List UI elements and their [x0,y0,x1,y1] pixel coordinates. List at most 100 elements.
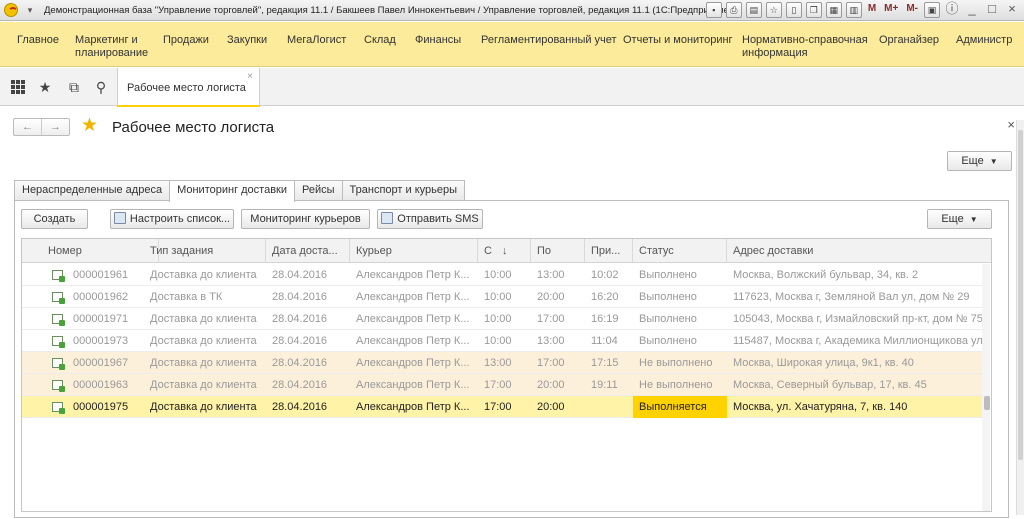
menu-item-regulated-accounting[interactable]: Регламентированный учет [481,34,617,47]
task-document-icon [52,358,65,370]
cell-arrival: 11:04 [591,335,618,347]
cell-task-type: Доставка до клиента [150,269,257,281]
minimize-button[interactable]: _ [964,2,980,18]
navigation-buttons: ← → [13,118,70,136]
column-courier[interactable]: Курьер [350,239,478,263]
table-row[interactable]: 000001963 Доставка до клиента 28.04.2016 Ал… [22,374,982,396]
column-to[interactable]: По [531,239,585,263]
table-row[interactable]: 000001973 Доставка до клиента 28.04.2016 Ал… [22,330,982,352]
cell-address: 105043, Москва г, Измайловский пр-кт, до… [733,313,982,325]
form-close-button[interactable]: × [1007,117,1015,132]
menu-item-main[interactable]: Главное [17,34,59,47]
maximize-button[interactable]: □ [984,2,1000,18]
menu-item-sales[interactable]: Продажи [163,34,209,47]
cell-status: Выполняется [633,396,727,418]
memory-button[interactable]: M [866,2,878,18]
table-row[interactable]: 000001961 Доставка до клиента 28.04.2016 Ал… [22,264,982,286]
list-more-label: Еще [941,213,964,225]
sms-icon [381,212,394,224]
task-document-icon [52,402,65,414]
table-scrollbar[interactable] [982,264,990,511]
cell-courier: Александров Петр К... [356,335,470,347]
form-scrollbar-thumb[interactable] [1018,130,1023,460]
cell-address: Москва, Широкая улица, 9к1, кв. 40 [733,357,914,369]
close-icon[interactable]: × [247,71,253,82]
cell-courier: Александров Петр К... [356,291,470,303]
cell-task-type: Доставка до клиента [150,335,257,347]
cell-arrival: 16:20 [591,291,619,303]
table-row[interactable]: 000001971 Доставка до клиента 28.04.2016 Ал… [22,308,982,330]
menu-item-administration[interactable]: Администр [956,34,1012,47]
column-address[interactable]: Адрес доставки [727,239,991,263]
all-functions-icon[interactable] [11,80,25,94]
calendar-icon[interactable]: ▥ [845,2,862,18]
favorites-icon[interactable]: ☆ [765,2,782,18]
cell-task-type: Доставка до клиента [150,357,257,369]
column-task-type[interactable]: Тип задания [144,239,266,263]
menu-item-finance[interactable]: Финансы [415,34,461,47]
column-status[interactable]: Статус [633,239,727,263]
menu-item-reports[interactable]: Отчеты и мониторинг [623,34,733,47]
search-icon[interactable]: ⚲ [92,78,110,96]
delivery-table[interactable]: Номер Тип задания Дата доста... Курьер С… [21,238,992,512]
history-icon[interactable]: ⧉ [65,78,83,96]
menu-item-organizer[interactable]: Органайзер [879,34,939,47]
cell-status: Выполнено [639,313,697,325]
column-arrival[interactable]: При... [585,239,633,263]
form-more-button[interactable]: Еще ▼ [947,151,1012,171]
cell-number: 000001975 [73,401,129,413]
column-from[interactable]: С ↓ [478,239,531,263]
cell-to: 20:00 [537,401,565,413]
window-titlebar: ▾ Демонстрационная база "Управление торг… [0,0,1024,21]
print-icon[interactable]: ⎙ [725,2,742,18]
preview-icon[interactable]: ▤ [745,2,762,18]
table-row[interactable]: 000001962 Доставка в ТК 28.04.2016 Александ… [22,286,982,308]
menu-item-marketing[interactable]: Маркетинг и планирование [75,34,148,60]
task-document-icon [52,292,65,304]
task-document-icon [52,336,65,348]
column-delivery-date[interactable]: Дата доста... [266,239,350,263]
table-row[interactable]: 000001975 Доставка до клиента 28.04.2016 Ал… [22,396,982,418]
menu-item-purchases[interactable]: Закупки [227,34,267,47]
column-number[interactable]: Номер [42,239,159,263]
tab-unallocated-addresses[interactable]: Нераспределенные адреса [14,180,171,201]
form-scrollbar[interactable] [1016,120,1024,515]
table-scrollbar-thumb[interactable] [984,396,990,410]
copy-icon[interactable]: ❐ [805,2,822,18]
cell-arrival: 17:15 [591,357,619,369]
memory-plus-button[interactable]: M+ [882,2,900,18]
setup-list-button[interactable]: Настроить список... [110,209,234,229]
cell-courier: Александров Петр К... [356,313,470,325]
create-button[interactable]: Создать [21,209,88,229]
info-icon[interactable]: ⓘ [944,2,960,18]
table-row[interactable]: 000001967 Доставка до клиента 28.04.2016 Ал… [22,352,982,374]
star-icon[interactable]: ★ [36,78,54,96]
cell-address: 117623, Москва г, Земляной Вал ул, дом №… [733,291,970,303]
memory-minus-button[interactable]: M- [904,2,920,18]
cell-number: 000001961 [73,269,129,281]
forward-button[interactable]: → [42,119,69,135]
cell-status: Выполнено [639,335,697,347]
tab-delivery-monitoring[interactable]: Мониторинг доставки [169,180,296,202]
save-icon[interactable]: ▪ [705,2,722,18]
dropdown-arrow-icon: ▼ [989,157,998,166]
settings-list-icon [113,212,126,224]
tab-transport-couriers[interactable]: Транспорт и курьеры [341,180,466,201]
send-sms-button[interactable]: Отправить SMS [377,209,483,229]
monitor-couriers-button[interactable]: Мониторинг курьеров [241,209,370,229]
open-tab-workplace[interactable]: Рабочее место логиста × [117,68,260,107]
back-button[interactable]: ← [14,119,42,135]
cell-number: 000001963 [73,379,129,391]
chevron-down-icon[interactable]: ▾ [24,4,36,16]
close-button[interactable]: × [1004,2,1020,18]
menu-item-megalogist[interactable]: МегаЛогист [287,34,346,47]
menu-item-warehouse[interactable]: Склад [364,34,396,47]
favorite-star-icon[interactable]: ★ [81,116,98,136]
menu-item-reference-info[interactable]: Нормативно-справочная информация [742,34,868,60]
sort-down-icon: ↓ [501,245,508,257]
panel-icon[interactable]: ▣ [924,2,940,18]
tab-trips[interactable]: Рейсы [294,180,343,201]
calculator-icon[interactable]: ▦ [825,2,842,18]
document-icon[interactable]: ▯ [785,2,802,18]
list-more-button[interactable]: Еще ▼ [927,209,992,229]
